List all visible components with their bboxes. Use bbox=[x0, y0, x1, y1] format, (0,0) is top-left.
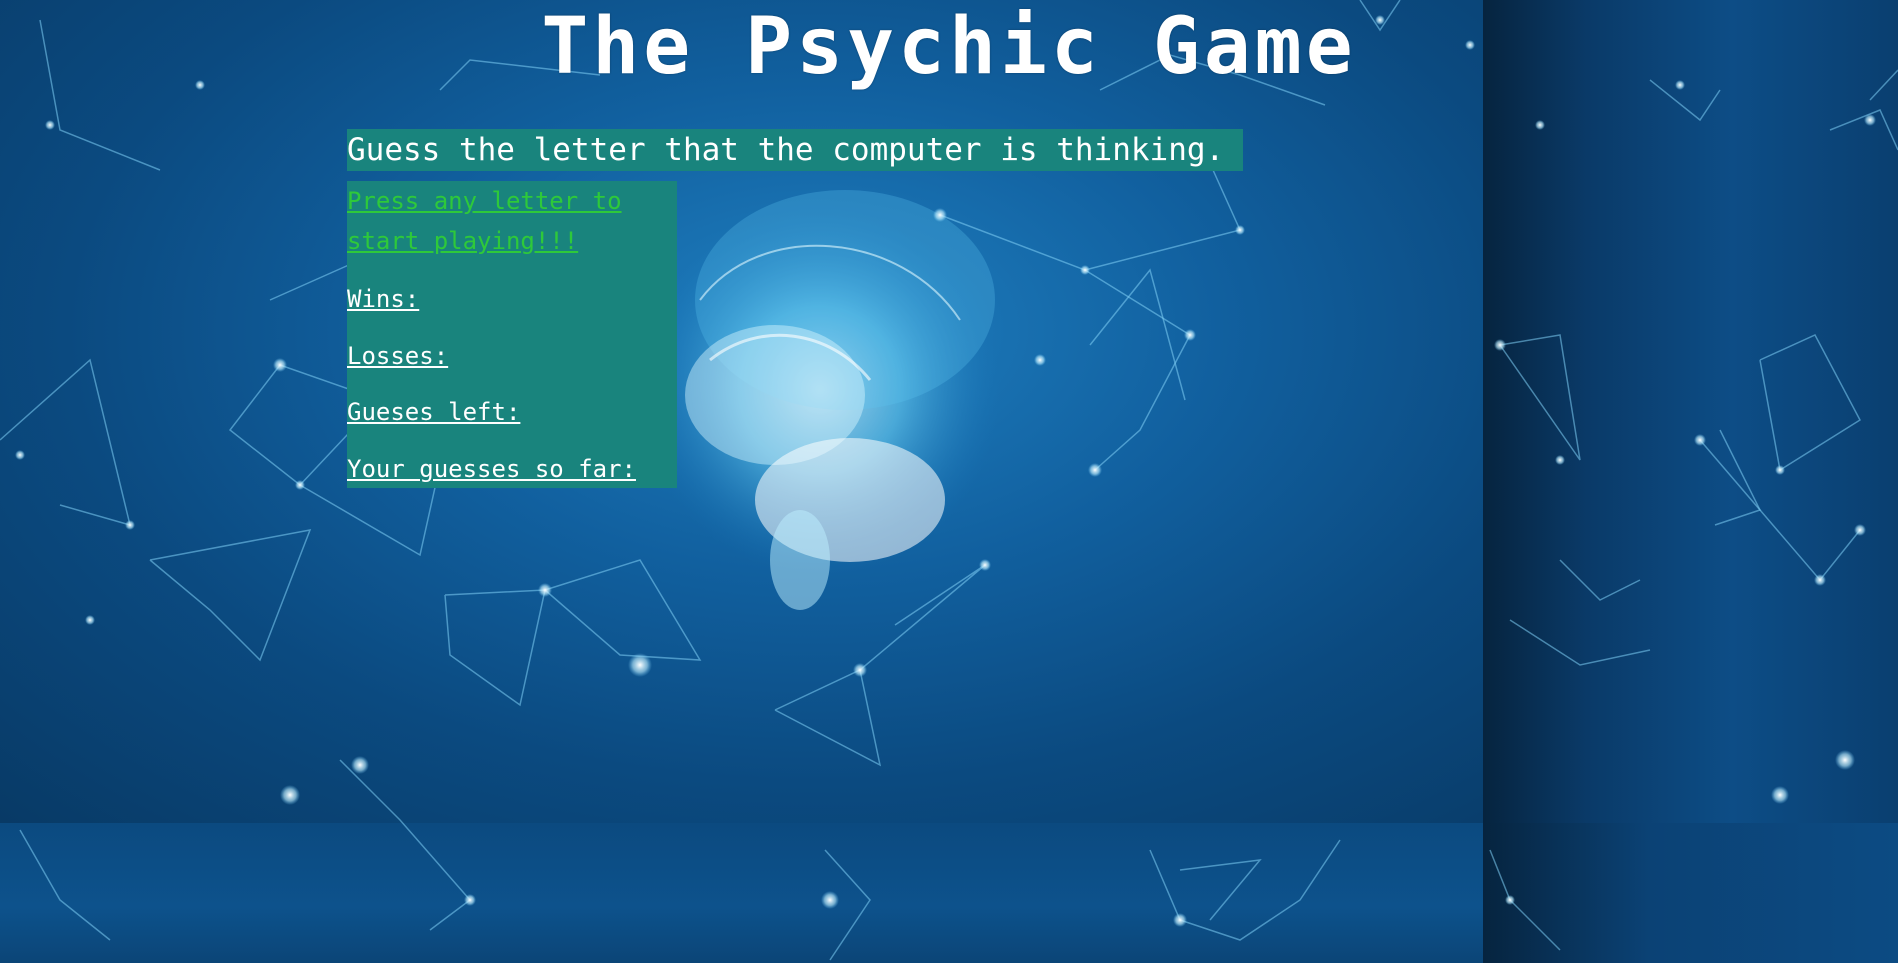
guesses-left-label: Gueses left: bbox=[347, 398, 521, 426]
wins-label: Wins: bbox=[347, 285, 420, 313]
instructions-banner: Guess the letter that the computer is th… bbox=[347, 129, 1243, 171]
start-prompt: Press any letter to start playing!!! bbox=[347, 187, 622, 255]
guesses-so-far-label: Your guesses so far: bbox=[347, 455, 636, 483]
losses-label: Losses: bbox=[347, 342, 449, 370]
brain-graphic bbox=[640, 190, 1000, 610]
score-panel: Press any letter to start playing!!! Win… bbox=[347, 181, 677, 488]
page-title: The Psychic Game bbox=[541, 2, 1357, 92]
